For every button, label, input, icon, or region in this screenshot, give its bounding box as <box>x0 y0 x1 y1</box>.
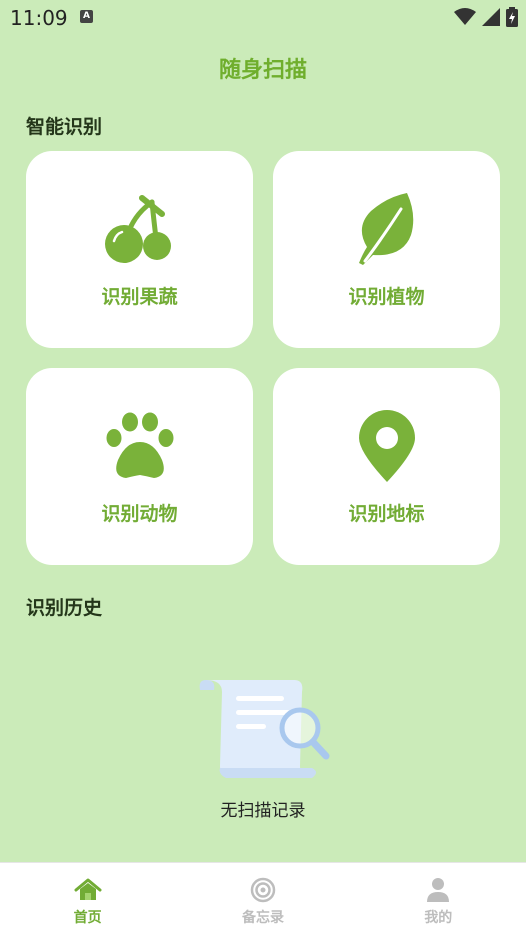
battery-icon <box>506 7 518 27</box>
card-identify-produce[interactable]: 识别果蔬 <box>26 151 253 348</box>
nav-tab-profile[interactable]: 我的 <box>351 863 526 935</box>
home-icon <box>74 877 102 903</box>
section-title-history: 识别历史 <box>26 597 103 619</box>
status-time: 11:09 <box>10 6 68 30</box>
card-identify-plant[interactable]: 识别植物 <box>273 151 500 348</box>
card-identify-animal[interactable]: 识别动物 <box>26 368 253 565</box>
nav-tab-home[interactable]: 首页 <box>0 863 175 935</box>
card-label-plant: 识别植物 <box>348 286 425 308</box>
card-label-produce: 识别果蔬 <box>101 286 178 308</box>
status-icons <box>454 7 518 27</box>
document-search-icon <box>196 674 332 786</box>
empty-history-text: 无扫描记录 <box>220 801 306 821</box>
person-icon <box>424 877 452 903</box>
page-title: 随身扫描 <box>218 58 307 83</box>
paw-icon <box>26 406 253 486</box>
card-label-animal: 识别动物 <box>101 503 178 525</box>
card-identify-landmark[interactable]: 识别地标 <box>273 368 500 565</box>
location-pin-icon <box>273 406 500 486</box>
signal-icon <box>482 8 500 26</box>
status-bar: 11:09 A <box>0 0 526 36</box>
card-label-landmark: 识别地标 <box>348 503 425 525</box>
cherry-icon <box>26 189 253 269</box>
bottom-nav: 首页 备忘录 我的 <box>0 862 526 935</box>
nav-label-memo: 备忘录 <box>241 910 284 926</box>
notification-icon: A <box>80 10 93 23</box>
target-icon <box>249 877 277 903</box>
nav-label-profile: 我的 <box>424 910 453 926</box>
nav-tab-memo[interactable]: 备忘录 <box>175 863 350 935</box>
leaf-icon <box>273 189 500 269</box>
section-title-smart: 智能识别 <box>26 116 103 138</box>
nav-label-home: 首页 <box>73 910 102 926</box>
wifi-icon <box>454 8 476 25</box>
